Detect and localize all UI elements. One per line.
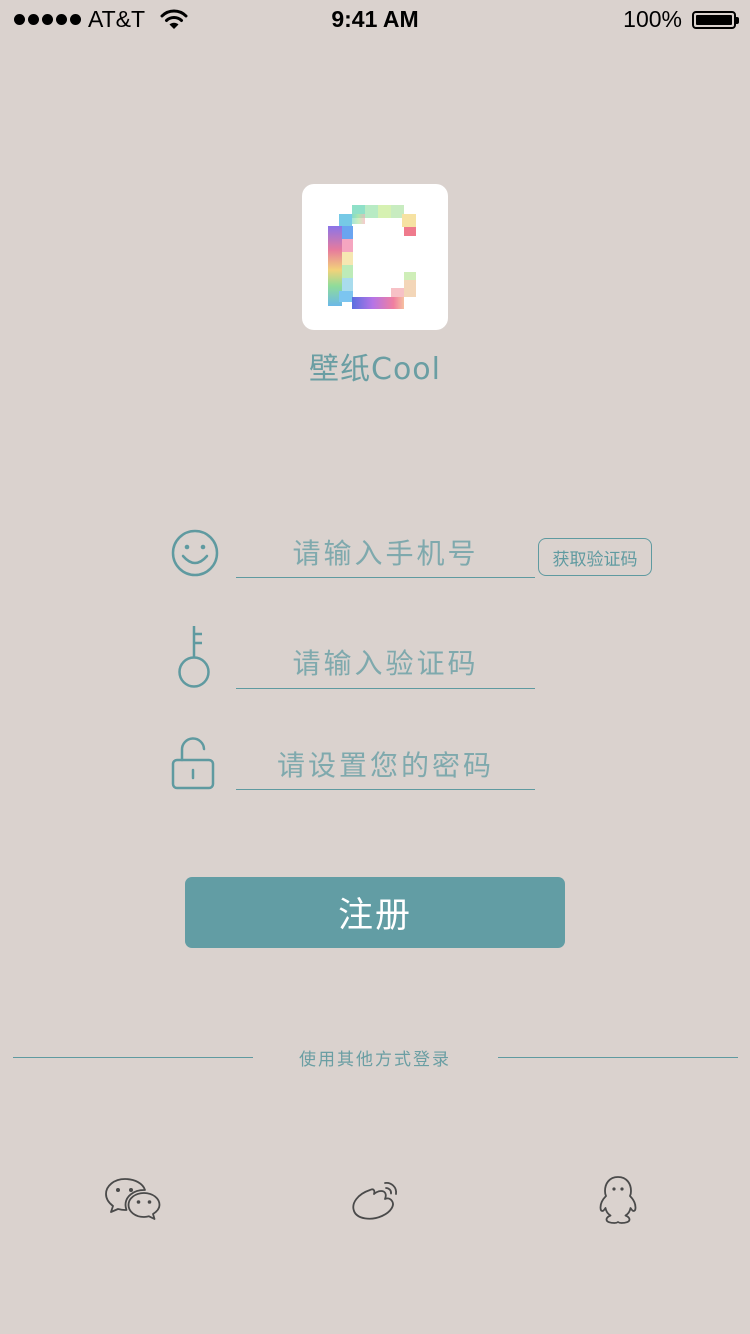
pixel-c-logo-icon <box>328 205 416 309</box>
weibo-icon <box>352 1181 397 1220</box>
battery-icon <box>692 11 739 29</box>
wechat-login-button[interactable] <box>98 1170 168 1230</box>
key-icon <box>174 624 214 694</box>
verification-code-input[interactable] <box>236 638 535 688</box>
wechat-icon <box>105 1178 161 1220</box>
divider-right <box>498 1057 738 1058</box>
password-input-underline <box>236 789 535 790</box>
app-name: 壁纸Cool <box>309 352 441 387</box>
code-input-underline <box>236 688 535 689</box>
status-bar: AT&T 9:41 AM 100% <box>0 0 750 40</box>
qq-login-button[interactable] <box>583 1170 653 1230</box>
password-input[interactable] <box>236 740 535 790</box>
qq-icon <box>599 1176 637 1224</box>
weibo-login-button[interactable] <box>340 1170 410 1230</box>
app-logo <box>302 184 448 330</box>
smiley-icon <box>170 528 220 582</box>
phone-input-underline <box>236 577 535 578</box>
phone-input[interactable] <box>236 528 535 578</box>
get-code-button[interactable]: 获取验证码 <box>538 538 652 576</box>
register-button[interactable]: 注册 <box>185 877 565 948</box>
unlock-icon <box>170 736 216 796</box>
battery-percentage: 100% <box>623 6 682 32</box>
